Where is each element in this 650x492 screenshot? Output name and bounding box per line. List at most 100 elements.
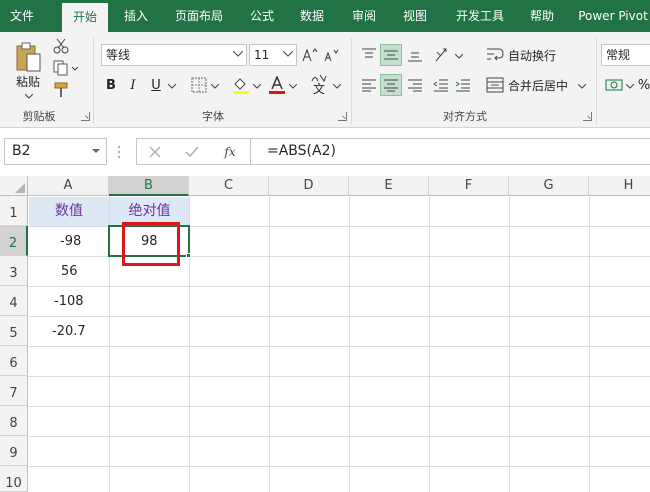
row-header-3[interactable]: 3 xyxy=(0,256,28,286)
row-header-10[interactable]: 10 xyxy=(0,466,28,492)
currency-icon xyxy=(605,79,623,91)
spreadsheet-grid[interactable]: A B C D E F G H 1 2 3 4 5 6 7 8 9 10 数值 … xyxy=(0,176,650,492)
align-left-button[interactable] xyxy=(358,74,380,96)
enter-button[interactable] xyxy=(182,143,202,161)
row-header-9[interactable]: 9 xyxy=(0,436,28,466)
chevron-down-icon[interactable] xyxy=(211,84,219,89)
tab-view[interactable]: 视图 xyxy=(393,0,437,32)
increase-indent-button[interactable] xyxy=(452,74,474,96)
column-header-c[interactable]: C xyxy=(189,176,269,196)
chevron-down-icon[interactable] xyxy=(455,54,463,59)
chevron-down-icon[interactable] xyxy=(333,84,341,89)
tab-developer[interactable]: 开发工具 xyxy=(448,0,512,32)
cell-b1-text: 绝对值 xyxy=(128,203,171,219)
cut-button[interactable] xyxy=(52,38,70,54)
tab-file[interactable]: 文件 xyxy=(0,0,44,32)
row-header-4[interactable]: 4 xyxy=(0,286,28,316)
group-separator xyxy=(596,38,597,124)
column-header-e[interactable]: E xyxy=(349,176,429,196)
select-all-button[interactable] xyxy=(0,176,28,196)
align-top-button[interactable] xyxy=(358,44,380,66)
chevron-down-icon xyxy=(92,149,100,153)
wrap-text-button[interactable]: 自动换行 xyxy=(486,44,576,66)
underline-button[interactable]: U xyxy=(146,74,166,96)
cell-a2[interactable]: -98 xyxy=(60,234,81,249)
tab-insert[interactable]: 插入 xyxy=(114,0,158,32)
column-header-b[interactable]: B xyxy=(109,176,189,196)
phonetic-button[interactable]: 文 xyxy=(306,72,332,98)
tab-home[interactable]: 开始 xyxy=(62,3,108,32)
gridline xyxy=(28,376,650,377)
accounting-format-button[interactable] xyxy=(603,74,625,96)
cancel-button[interactable] xyxy=(145,143,165,161)
alignment-launcher[interactable] xyxy=(583,112,592,121)
column-header-f[interactable]: F xyxy=(429,176,509,196)
row-header-6[interactable]: 6 xyxy=(0,346,28,376)
bold-button[interactable]: B xyxy=(101,74,121,96)
column-header-h[interactable]: H xyxy=(589,176,650,196)
insert-function-button[interactable]: fx xyxy=(219,142,241,162)
chevron-down-icon[interactable] xyxy=(253,84,261,89)
align-center-button[interactable] xyxy=(380,74,402,96)
font-grow-icon xyxy=(302,48,318,62)
number-format-select[interactable]: 常规 xyxy=(601,44,650,66)
align-middle-icon xyxy=(384,50,398,60)
increase-font-size-button[interactable] xyxy=(300,44,320,66)
row-header-7[interactable]: 7 xyxy=(0,376,28,406)
cell-a3[interactable]: 56 xyxy=(61,264,78,279)
align-bottom-icon xyxy=(408,52,422,62)
decrease-indent-button[interactable] xyxy=(430,74,452,96)
borders-button[interactable] xyxy=(188,74,210,96)
copy-button[interactable] xyxy=(52,60,80,76)
cell-a4[interactable]: -108 xyxy=(54,294,84,309)
gridline xyxy=(509,196,510,492)
align-right-button[interactable] xyxy=(404,74,426,96)
column-header-a[interactable]: A xyxy=(28,176,109,196)
font-launcher[interactable] xyxy=(338,112,347,121)
brush-icon xyxy=(54,82,68,97)
font-name-select[interactable]: 等线 xyxy=(101,44,247,66)
tab-data[interactable]: 数据 xyxy=(290,0,334,32)
gridline xyxy=(28,436,650,437)
orientation-button[interactable] xyxy=(432,44,454,66)
chevron-down-icon[interactable] xyxy=(168,84,176,89)
paste-button[interactable] xyxy=(12,40,46,76)
decrease-font-size-button[interactable] xyxy=(321,44,341,66)
row-header-8[interactable]: 8 xyxy=(0,406,28,436)
tab-page-layout[interactable]: 页面布局 xyxy=(166,0,232,32)
row-header-2[interactable]: 2 xyxy=(0,226,28,256)
column-header-g[interactable]: G xyxy=(509,176,589,196)
fill-handle[interactable] xyxy=(186,253,191,258)
format-painter-button[interactable] xyxy=(52,82,70,98)
chevron-down-icon[interactable] xyxy=(289,84,297,89)
paste-dropdown[interactable] xyxy=(22,92,36,100)
chevron-down-icon[interactable] xyxy=(578,84,586,89)
alignment-group-label: 对齐方式 xyxy=(443,110,487,123)
outdent-icon xyxy=(433,79,448,92)
formula-input[interactable]: =ABS(A2) xyxy=(250,138,650,165)
italic-button[interactable]: I xyxy=(123,74,143,96)
cell-a5[interactable]: -20.7 xyxy=(52,324,86,339)
fill-color-button[interactable] xyxy=(230,74,252,96)
tab-formulas[interactable]: 公式 xyxy=(240,0,284,32)
align-bottom-button[interactable] xyxy=(404,44,426,66)
tab-power-pivot[interactable]: Power Pivot xyxy=(576,0,650,32)
cell-a1[interactable]: 数值 xyxy=(29,197,109,226)
chevron-down-icon xyxy=(233,51,243,57)
column-header-d[interactable]: D xyxy=(269,176,349,196)
align-middle-button[interactable] xyxy=(380,44,402,66)
chevron-down-icon[interactable] xyxy=(626,84,634,89)
font-size-select[interactable]: 11 xyxy=(249,44,297,66)
row-header-1[interactable]: 1 xyxy=(0,196,28,226)
percent-button[interactable]: % xyxy=(637,74,650,96)
name-box-value: B2 xyxy=(12,143,31,159)
scissors-icon xyxy=(53,38,69,54)
font-color-button[interactable] xyxy=(266,74,288,96)
row-header-5[interactable]: 5 xyxy=(0,316,28,346)
merge-center-button[interactable]: 合并后居中 xyxy=(486,74,576,96)
phonetic-icon xyxy=(311,74,327,82)
tab-review[interactable]: 审阅 xyxy=(342,0,386,32)
clipboard-launcher[interactable] xyxy=(81,112,90,121)
tab-help[interactable]: 帮助 xyxy=(520,0,564,32)
name-box[interactable]: B2 xyxy=(4,138,107,165)
